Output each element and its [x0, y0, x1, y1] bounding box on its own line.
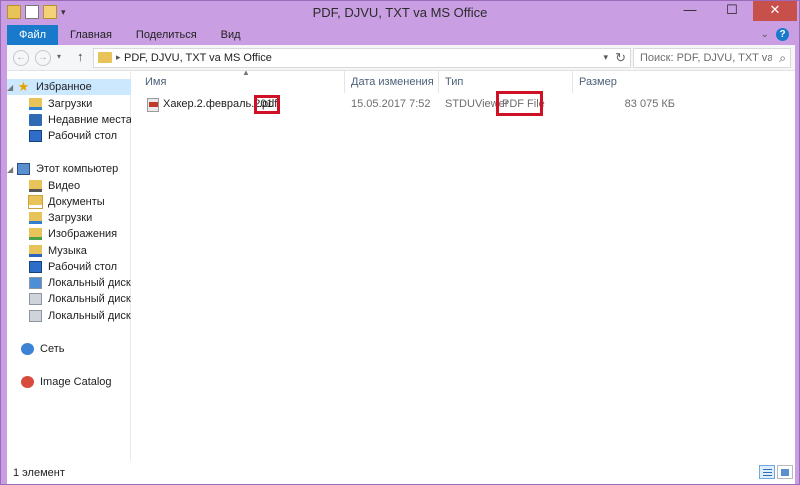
sidebar-item-music[interactable]: Музыка — [7, 243, 131, 259]
downloads-icon — [29, 98, 42, 110]
sidebar-item-label: Изображения — [48, 228, 118, 240]
collapse-icon[interactable]: ◢ — [7, 83, 17, 92]
sidebar-item-network[interactable]: Сеть — [7, 341, 131, 357]
explorer-window: ▾ PDF, DJVU, TXT va MS Office — ☐ ✕ Файл… — [0, 0, 800, 485]
sidebar-item-label: Загрузки — [48, 212, 93, 224]
large-icons-view-button[interactable] — [777, 465, 793, 479]
search-placeholder[interactable]: Поиск: PDF, DJVU, TXT va MS Office — [640, 52, 772, 64]
forward-button[interactable]: → — [35, 50, 51, 66]
file-list: ▲ Имя Дата изменения Тип Размер Хакер.2.… — [139, 68, 795, 461]
sidebar-item-disk-c[interactable]: Локальный диск (C — [7, 275, 131, 291]
extension-highlight-box — [254, 95, 280, 114]
back-button[interactable]: ← — [13, 50, 29, 66]
sidebar-item-recent-places[interactable]: Недавние места — [7, 112, 131, 128]
maximize-button[interactable]: ☐ — [719, 1, 745, 21]
navigation-pane: ◢ ★ Избранное Загрузки Недавние места Ра… — [7, 71, 131, 461]
column-header-date[interactable]: Дата изменения — [345, 71, 439, 93]
tab-home[interactable]: Главная — [58, 25, 124, 45]
up-button[interactable]: ↑ — [77, 49, 84, 64]
sidebar-item-favorites[interactable]: ◢ ★ Избранное — [7, 79, 131, 95]
item-count: 1 элемент — [13, 467, 65, 479]
local-disk-icon — [29, 310, 42, 322]
tab-view[interactable]: Вид — [209, 25, 253, 45]
sidebar-item-label: Локальный диск (C — [48, 277, 131, 289]
sidebar-item-label: Image Catalog — [40, 376, 112, 388]
sidebar-item-image-catalog[interactable]: Image Catalog — [7, 374, 131, 390]
column-header-type[interactable]: Тип — [439, 71, 573, 93]
sidebar-item-disk-d[interactable]: Локальный диск (D — [7, 291, 131, 307]
address-dropdown-icon[interactable]: ▾ — [603, 52, 608, 63]
explorer-content: ← → ▾ ↑ ▸ PDF, DJVU, TXT va MS Office ▾ … — [7, 45, 795, 484]
sidebar-item-label: Рабочий стол — [48, 261, 118, 273]
large-icons-view-icon — [781, 469, 789, 476]
sidebar-item-label: Видео — [48, 180, 81, 192]
sidebar-item-label: Рабочий стол — [48, 130, 118, 142]
music-icon — [29, 245, 42, 257]
close-button[interactable]: ✕ — [753, 1, 797, 21]
sidebar-item-downloads[interactable]: Загрузки — [7, 96, 131, 112]
sidebar-item-label: Документы — [48, 196, 105, 208]
downloads-icon — [29, 212, 42, 224]
details-view-button[interactable] — [759, 465, 775, 479]
sidebar-item-label: Локальный диск (D — [48, 293, 131, 305]
minimize-button[interactable]: — — [677, 1, 703, 21]
star-icon: ★ — [17, 79, 30, 94]
details-view-icon — [763, 469, 772, 470]
collapse-icon[interactable]: ◢ — [7, 165, 17, 174]
local-disk-icon — [29, 277, 42, 289]
computer-icon — [17, 163, 30, 175]
column-header-name[interactable]: Имя — [139, 71, 345, 93]
sidebar-item-disk-e[interactable]: Локальный диск (E: — [7, 308, 131, 324]
address-bar[interactable]: ▸ PDF, DJVU, TXT va MS Office ▾ ↻ — [93, 48, 631, 68]
videos-icon — [29, 180, 42, 192]
ribbon-tabs: Файл Главная Поделиться Вид — [7, 25, 253, 45]
sidebar-item-documents[interactable]: Документы — [7, 194, 131, 210]
refresh-icon[interactable]: ↻ — [615, 50, 626, 66]
search-box[interactable]: Поиск: PDF, DJVU, TXT va MS Office ⌕ — [633, 48, 791, 68]
tab-file[interactable]: Файл — [7, 25, 59, 45]
sidebar-item-videos[interactable]: Видео — [7, 178, 131, 194]
navigation-bar: ← → ▾ ↑ ▸ PDF, DJVU, TXT va MS Office ▾ … — [7, 45, 795, 71]
title-bar: ▾ PDF, DJVU, TXT va MS Office — ☐ ✕ — [1, 1, 799, 25]
sidebar-item-label: Загрузки — [48, 98, 93, 110]
sidebar-item-label: Музыка — [48, 245, 87, 257]
sidebar-item-label: Этот компьютер — [36, 163, 119, 175]
sidebar-item-label: Сеть — [40, 343, 65, 355]
file-date-modified: 15.05.2017 7:52 — [351, 98, 431, 110]
search-icon[interactable]: ⌕ — [779, 51, 786, 66]
type-highlight-box — [496, 91, 543, 116]
breadcrumb-path[interactable]: PDF, DJVU, TXT va MS Office — [124, 52, 272, 64]
column-header-size[interactable]: Размер — [573, 71, 673, 93]
help-icon[interactable]: ? — [776, 28, 789, 41]
pdf-file-icon — [147, 98, 159, 112]
sidebar-item-downloads-pc[interactable]: Загрузки — [7, 210, 131, 226]
pictures-icon — [29, 228, 42, 240]
recent-locations-icon[interactable]: ▾ — [57, 52, 61, 61]
file-size: 83 075 КБ — [624, 98, 675, 110]
sidebar-item-this-pc[interactable]: ◢ Этот компьютер — [7, 161, 131, 177]
recent-places-icon — [29, 114, 42, 126]
breadcrumb-separator-icon[interactable]: ▸ — [116, 52, 121, 63]
documents-icon — [28, 195, 43, 209]
status-bar: 1 элемент — [7, 461, 795, 484]
sidebar-item-label: Недавние места — [48, 114, 131, 126]
sidebar-item-desktop-pc[interactable]: Рабочий стол — [7, 259, 131, 275]
tab-share[interactable]: Поделиться — [124, 25, 209, 45]
sidebar-item-label: Локальный диск (E: — [48, 310, 131, 322]
local-disk-icon — [29, 293, 42, 305]
desktop-icon — [29, 130, 42, 142]
desktop-icon — [29, 261, 42, 273]
network-icon — [21, 343, 34, 355]
folder-icon — [98, 52, 112, 63]
sidebar-item-desktop[interactable]: Рабочий стол — [7, 128, 131, 144]
sidebar-item-label: Избранное — [36, 81, 92, 93]
sidebar-item-pictures[interactable]: Изображения — [7, 226, 131, 242]
table-row[interactable]: Хакер.2.февраль.201 .pdf 15.05.2017 7:52… — [139, 91, 679, 116]
image-catalog-icon — [21, 376, 34, 388]
expand-ribbon-icon[interactable]: ⌄ — [761, 29, 769, 40]
